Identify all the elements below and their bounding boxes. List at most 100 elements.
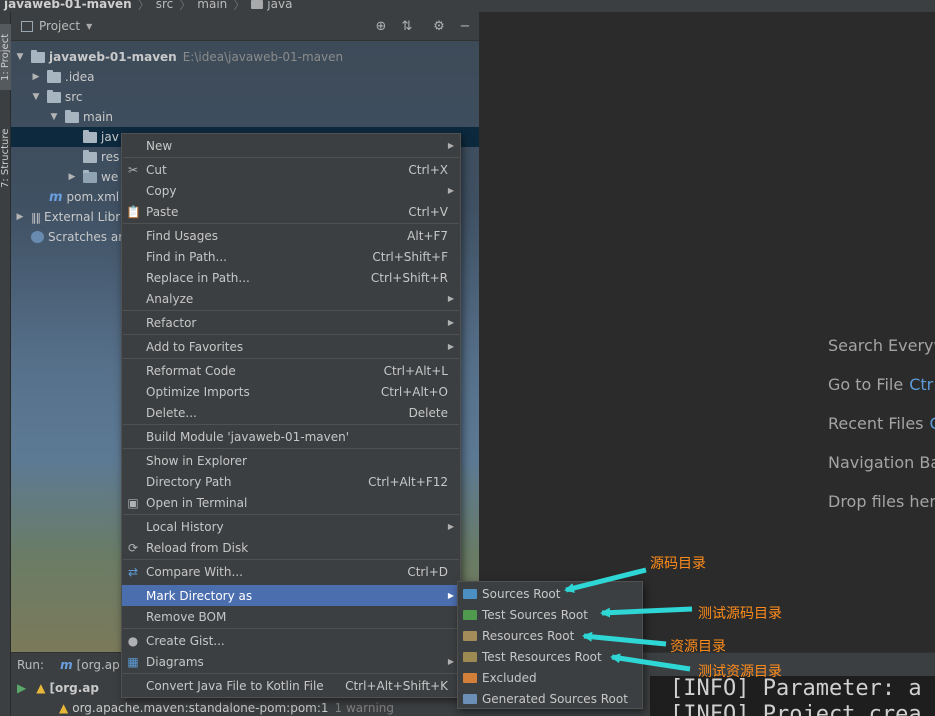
project-icon — [21, 20, 33, 32]
tree-item-project-root[interactable]: ▼ javaweb-01-maven E:\idea\javaweb-01-ma… — [11, 47, 479, 67]
folder-icon — [251, 0, 264, 9]
submenu-item-generated-sources-root[interactable]: Generated Sources Root — [458, 688, 642, 709]
breadcrumb-item-src[interactable]: src — [152, 0, 178, 10]
expand-arrow-icon[interactable]: ▼ — [49, 112, 59, 122]
menu-item-optimize-imports[interactable]: Optimize Imports Ctrl+Alt+O — [122, 381, 460, 402]
menu-separator — [123, 334, 459, 335]
tree-item-main[interactable]: ▼ main — [11, 107, 479, 127]
menu-item-refactor[interactable]: Refactor ▶ — [122, 312, 460, 333]
tree-item-label: res — [101, 150, 120, 164]
gear-icon[interactable]: ⚙ — [431, 19, 447, 35]
menu-item-cut[interactable]: ✂ Cut Ctrl+X — [122, 159, 460, 180]
menu-item-reload-from-disk[interactable]: ⟳ Reload from Disk — [122, 537, 460, 558]
annotation-test-sources-root: 测试源码目录 — [698, 606, 782, 622]
expand-arrow-icon[interactable]: ▶ — [67, 172, 77, 182]
menu-item-copy[interactable]: Copy ▶ — [122, 180, 460, 201]
submenu-arrow-icon: ▶ — [447, 591, 454, 600]
run-tree-row[interactable]: ▲ org.apache.maven:standalone-pom:pom:1 … — [11, 698, 394, 716]
hint-search-everywhere: Search Everyw — [828, 336, 935, 355]
paste-icon: 📋 — [126, 204, 141, 219]
project-panel-header: Project ▼ ⊕ ⇅ ⚙ − — [11, 12, 479, 41]
menu-item-find-in-path[interactable]: Find in Path... Ctrl+Shift+F — [122, 246, 460, 267]
menu-item-paste[interactable]: 📋 Paste Ctrl+V — [122, 201, 460, 222]
expand-arrow-icon[interactable]: ▶ — [31, 72, 41, 82]
menu-item-show-in-explorer[interactable]: Show in Explorer — [122, 450, 460, 471]
mark-directory-submenu: Sources Root Test Sources Root Resources… — [457, 581, 643, 709]
editor-area: Search Everyw Go to File Ctr Recent Files… — [480, 12, 935, 652]
tree-item-label: src — [65, 90, 83, 104]
submenu-item-resources-root[interactable]: Resources Root — [458, 625, 642, 646]
play-icon[interactable]: ▶ — [17, 681, 26, 695]
test-sources-root-icon — [463, 609, 477, 620]
run-tab-label: [org.ap — [76, 657, 120, 672]
console-output[interactable]: [INFO] Parameter: a [INFO] Project crea — [650, 676, 935, 716]
menu-item-directory-path[interactable]: Directory Path Ctrl+Alt+F12 — [122, 471, 460, 492]
run-tree-row[interactable]: ▶ ▲ [org.ap — [11, 678, 99, 698]
breadcrumb-item-main[interactable]: main — [193, 0, 231, 10]
tree-item-src[interactable]: ▼ src — [11, 87, 479, 107]
menu-item-add-to-favorites[interactable]: Add to Favorites ▶ — [122, 336, 460, 357]
menu-item-diagrams[interactable]: ▦ Diagrams ▶ — [122, 651, 460, 672]
breadcrumb-item-project[interactable]: javaweb-01-maven — [0, 0, 136, 10]
tab-structure[interactable]: 7: Structure — [0, 112, 11, 204]
maven-icon: m — [60, 657, 73, 672]
github-icon: ● — [127, 633, 139, 648]
compare-icon: ⇄ — [127, 564, 139, 579]
locate-icon[interactable]: ⊕ — [373, 19, 389, 35]
submenu-arrow-icon: ▶ — [447, 657, 454, 666]
folder-icon — [65, 109, 79, 123]
menu-separator — [123, 559, 459, 560]
menu-separator — [123, 310, 459, 311]
annotation-sources-root: 源码目录 — [650, 556, 706, 572]
menu-item-new[interactable]: New ▶ — [122, 135, 460, 156]
menu-item-find-usages[interactable]: Find Usages Alt+F7 — [122, 225, 460, 246]
menu-item-delete[interactable]: Delete... Delete — [122, 402, 460, 423]
tree-item-label: javaweb-01-maven — [49, 50, 177, 64]
run-tab[interactable]: m [org.ap — [60, 658, 120, 672]
menu-separator — [123, 448, 459, 449]
submenu-arrow-icon: ▶ — [447, 522, 454, 531]
hint-navigation-bar: Navigation Ba — [828, 453, 935, 472]
expand-arrow-icon[interactable]: ▶ — [15, 212, 25, 222]
submenu-item-sources-root[interactable]: Sources Root — [458, 583, 642, 604]
menu-item-replace-in-path[interactable]: Replace in Path... Ctrl+Shift+R — [122, 267, 460, 288]
collapse-all-icon[interactable]: ⇅ — [399, 19, 415, 35]
tab-project[interactable]: 1: Project — [0, 24, 11, 90]
tree-item-label: pom.xml — [66, 190, 120, 204]
menu-item-mark-directory-as[interactable]: Mark Directory as ▶ — [122, 585, 460, 606]
menu-item-analyze[interactable]: Analyze ▶ — [122, 288, 460, 309]
run-label: Run: — [17, 657, 45, 672]
menu-separator — [123, 673, 459, 674]
breadcrumb-separator: 〉 — [179, 0, 192, 12]
tree-item-idea[interactable]: ▶ .idea — [11, 67, 479, 87]
console-line: [INFO] Project crea — [670, 702, 922, 716]
chevron-down-icon[interactable]: ▼ — [86, 22, 92, 31]
submenu-item-test-resources-root[interactable]: Test Resources Root — [458, 646, 642, 667]
menu-item-build-module[interactable]: Build Module 'javaweb-01-maven' — [122, 426, 460, 447]
menu-item-convert-to-kotlin[interactable]: Convert Java File to Kotlin File Ctrl+Alt… — [122, 675, 460, 696]
warning-count: 1 warning — [334, 701, 395, 715]
expand-arrow-icon[interactable]: ▼ — [31, 92, 41, 102]
menu-item-create-gist[interactable]: ● Create Gist... — [122, 630, 460, 651]
breadcrumb-separator: 〉 — [137, 0, 150, 12]
tree-item-label: we — [101, 170, 119, 184]
sources-root-icon — [463, 588, 477, 599]
hint-recent-files: Recent FilesC — [828, 414, 935, 433]
submenu-item-test-sources-root[interactable]: Test Sources Root — [458, 604, 642, 625]
tool-window-strip: 1: Project 7: Structure — [0, 12, 11, 716]
tree-item-path: E:\idea\javaweb-01-maven — [182, 50, 344, 64]
breadcrumb-item-java[interactable]: java — [247, 0, 296, 10]
project-panel-title[interactable]: Project — [39, 19, 80, 33]
module-folder-icon — [31, 49, 45, 63]
minimize-icon[interactable]: − — [457, 19, 473, 35]
menu-item-open-in-terminal[interactable]: ▣ Open in Terminal — [122, 492, 460, 513]
run-tree-label: org.apache.maven:standalone-pom:pom:1 — [72, 701, 329, 715]
menu-item-local-history[interactable]: Local History ▶ — [122, 516, 460, 537]
tree-item-label: External Libr — [44, 210, 121, 224]
menu-item-reformat-code[interactable]: Reformat Code Ctrl+Alt+L — [122, 360, 460, 381]
expand-arrow-icon[interactable]: ▼ — [15, 52, 25, 62]
menu-item-compare-with[interactable]: ⇄ Compare With... Ctrl+D — [122, 561, 460, 582]
submenu-arrow-icon: ▶ — [447, 141, 454, 150]
menu-item-remove-bom[interactable]: Remove BOM — [122, 606, 460, 627]
submenu-item-excluded[interactable]: Excluded — [458, 667, 642, 688]
